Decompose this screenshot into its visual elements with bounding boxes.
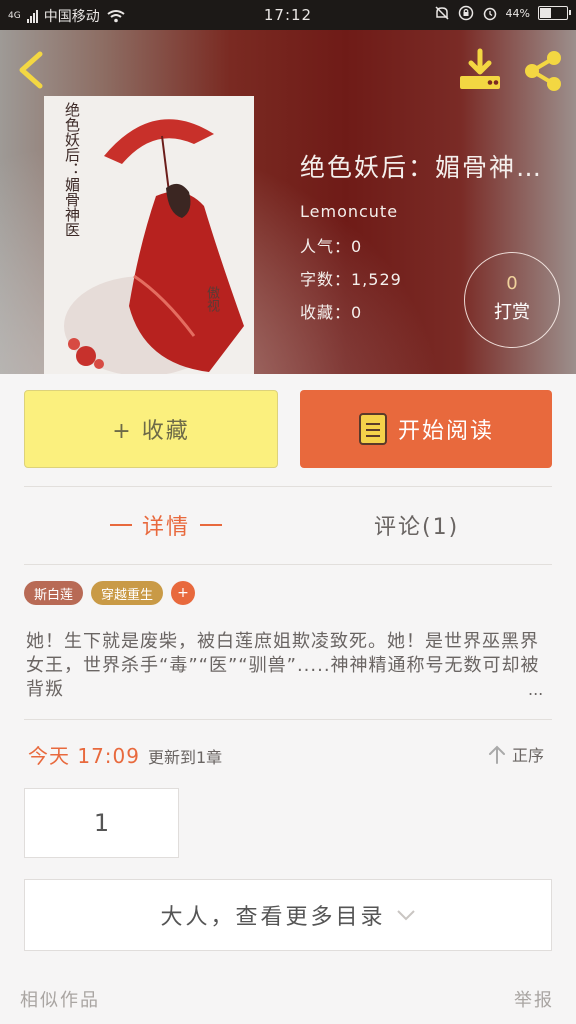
synopsis-text[interactable]: 她！生下就是废柴，被白莲庶姐欺凌致死。她！是世界巫黑界女王，世界杀手“毒”“医”… bbox=[26, 630, 546, 702]
update-date: 今天 17:09 bbox=[28, 744, 140, 768]
battery-percent: 44% bbox=[505, 6, 530, 20]
add-tag-button[interactable]: + bbox=[171, 581, 196, 605]
cover-author-text: 傲视 bbox=[204, 286, 219, 312]
sort-order-button[interactable]: 正序 bbox=[488, 742, 544, 766]
reward-button[interactable]: 0 打赏 bbox=[464, 252, 560, 348]
reward-label: 打赏 bbox=[494, 302, 530, 323]
alarm-icon bbox=[483, 7, 496, 21]
start-reading-label: 开始阅读 bbox=[397, 419, 494, 444]
book-header: 绝色妖后：媚骨神医 傲视 绝色妖后：媚骨神… Lemoncute 人气：0 字数… bbox=[0, 30, 576, 374]
tag-chip[interactable]: 穿越重生 bbox=[91, 581, 164, 605]
similar-works-heading: 相似作品 bbox=[20, 990, 100, 1011]
chevron-left-icon[interactable] bbox=[14, 50, 48, 90]
divider bbox=[24, 719, 552, 720]
start-reading-button[interactable]: 开始阅读 bbox=[300, 390, 552, 468]
collect-button[interactable]: + 收藏 bbox=[24, 390, 278, 468]
tab-dash-right bbox=[200, 524, 223, 526]
tab-detail-label: 详情 bbox=[142, 515, 191, 540]
tab-detail[interactable]: 详情 bbox=[100, 505, 232, 545]
reward-count: 0 bbox=[506, 273, 518, 294]
chapter-item[interactable]: 1 bbox=[24, 788, 179, 858]
view-more-catalog-label: 大人，查看更多目录 bbox=[160, 905, 386, 930]
view-more-catalog-button[interactable]: 大人，查看更多目录 bbox=[24, 879, 552, 951]
tag-chip[interactable]: 斯白莲 bbox=[24, 581, 84, 605]
report-link[interactable]: 举报 bbox=[514, 986, 554, 1012]
divider bbox=[24, 564, 552, 565]
book-icon bbox=[358, 413, 387, 445]
rotation-lock-icon bbox=[458, 5, 473, 21]
tab-comments[interactable]: 评论(1) bbox=[374, 505, 459, 545]
status-bar: 4G 中国移动 17:12 44% bbox=[0, 0, 576, 30]
mute-icon bbox=[435, 6, 449, 20]
book-title: 绝色妖后：媚骨神… bbox=[300, 153, 544, 182]
book-author[interactable]: Lemoncute bbox=[300, 202, 543, 221]
update-text: 更新到1章 bbox=[148, 748, 223, 767]
divider bbox=[24, 486, 552, 487]
tag-list: 斯白莲 穿越重生 + bbox=[24, 581, 196, 605]
battery-icon bbox=[538, 6, 571, 20]
update-info: 今天 17:09 更新到1章 bbox=[28, 740, 222, 769]
sort-order-label: 正序 bbox=[512, 746, 545, 765]
cover-title-text: 绝色妖后：媚骨神医 bbox=[63, 102, 81, 237]
download-icon[interactable] bbox=[456, 48, 504, 92]
book-cover[interactable]: 绝色妖后：媚骨神医 傲视 bbox=[44, 96, 254, 374]
expand-synopsis[interactable]: ... bbox=[528, 680, 543, 699]
share-icon[interactable] bbox=[520, 48, 566, 94]
tab-dash-left bbox=[110, 524, 132, 526]
popularity-stat: 人气：0 bbox=[300, 237, 363, 256]
arrow-up-icon bbox=[489, 745, 505, 764]
chevron-down-icon bbox=[396, 910, 415, 921]
